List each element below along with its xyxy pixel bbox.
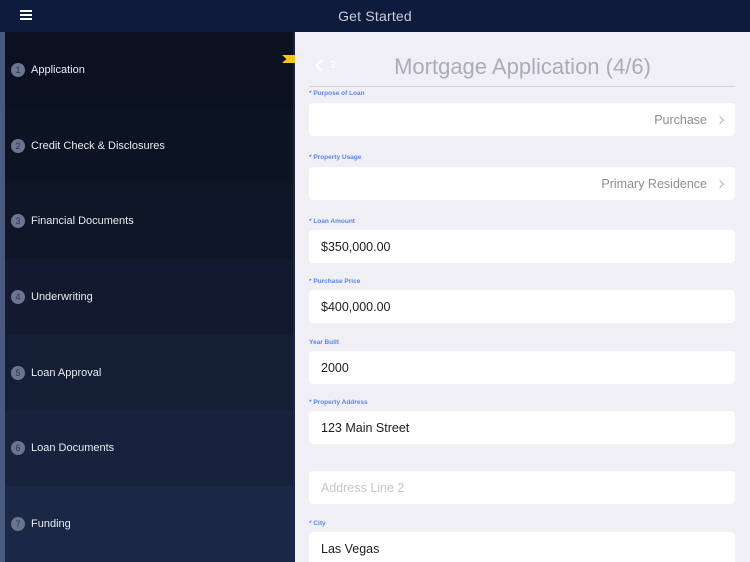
year-built-value: 2000	[321, 360, 349, 375]
sidebar-step-loan-documents[interactable]: 6 Loan Documents	[5, 410, 295, 486]
sidebar-step-financial-documents[interactable]: 3 Financial Documents	[5, 183, 295, 259]
chevron-right-icon	[715, 115, 725, 124]
purpose-of-loan-label: * Purpose of Loan	[309, 90, 365, 97]
loan-amount-label: * Loan Amount	[309, 218, 355, 225]
purchase-price-value: $400,000.00	[321, 299, 391, 314]
purchase-price-label: * Purchase Price	[309, 278, 361, 285]
property-address-value: 123 Main Street	[321, 420, 410, 435]
city-label: * City	[309, 520, 326, 527]
sidebar-step-underwriting[interactable]: 4 Underwriting	[5, 259, 295, 335]
step-number-badge: 4	[11, 290, 25, 304]
loan-amount-input[interactable]: $350,000.00	[309, 230, 735, 263]
chevron-right-icon	[715, 179, 725, 188]
step-label: Loan Approval	[31, 367, 102, 379]
application-form: 3 Mortgage Application (4/6) * Purpose o…	[295, 32, 750, 562]
sidebar-step-credit-check[interactable]: 2 Credit Check & Disclosures	[5, 108, 295, 184]
property-usage-label: * Property Usage	[309, 154, 362, 161]
city-value: Las Vegas	[321, 541, 380, 556]
purpose-of-loan-select[interactable]: Purchase	[309, 103, 735, 136]
loan-amount-value: $350,000.00	[321, 239, 391, 254]
step-label: Underwriting	[31, 291, 93, 303]
year-built-label: Year Built	[309, 339, 339, 346]
address-line-2-placeholder: Address Line 2	[321, 480, 405, 495]
address-line-2-input[interactable]: Address Line 2	[309, 471, 735, 504]
sidebar-step-funding[interactable]: 7 Funding	[5, 486, 295, 562]
property-usage-select[interactable]: Primary Residence	[309, 167, 735, 200]
step-number-badge: 3	[11, 214, 25, 228]
step-label: Financial Documents	[31, 215, 134, 227]
year-built-input[interactable]: 2000	[309, 351, 735, 384]
step-number-badge: 2	[11, 139, 25, 153]
top-bar: Get Started	[0, 0, 750, 32]
page-title: Mortgage Application (4/6)	[394, 54, 651, 79]
step-number-badge: 6	[11, 441, 25, 455]
step-label: Application	[31, 64, 85, 76]
purchase-price-input[interactable]: $400,000.00	[309, 290, 735, 323]
sidebar-step-application[interactable]: 1 Application	[5, 32, 295, 108]
city-input[interactable]: Las Vegas	[309, 532, 735, 562]
step-number-badge: 5	[11, 366, 25, 380]
property-address-label: * Property Address	[309, 399, 368, 406]
step-label: Funding	[31, 518, 71, 530]
step-label: Loan Documents	[31, 442, 115, 454]
property-usage-value: Primary Residence	[601, 176, 707, 191]
header-title: Get Started	[338, 8, 412, 24]
step-label: Credit Check & Disclosures	[31, 140, 165, 152]
steps-sidebar: 1 Application 2 Credit Check & Disclosur…	[0, 32, 295, 562]
purpose-of-loan-value: Purchase	[654, 112, 707, 127]
step-number-badge: 1	[11, 63, 25, 77]
step-number-badge: 7	[11, 517, 25, 531]
property-address-input[interactable]: 123 Main Street	[309, 411, 735, 444]
title-divider	[309, 86, 735, 87]
sidebar-step-loan-approval[interactable]: 5 Loan Approval	[5, 335, 295, 411]
